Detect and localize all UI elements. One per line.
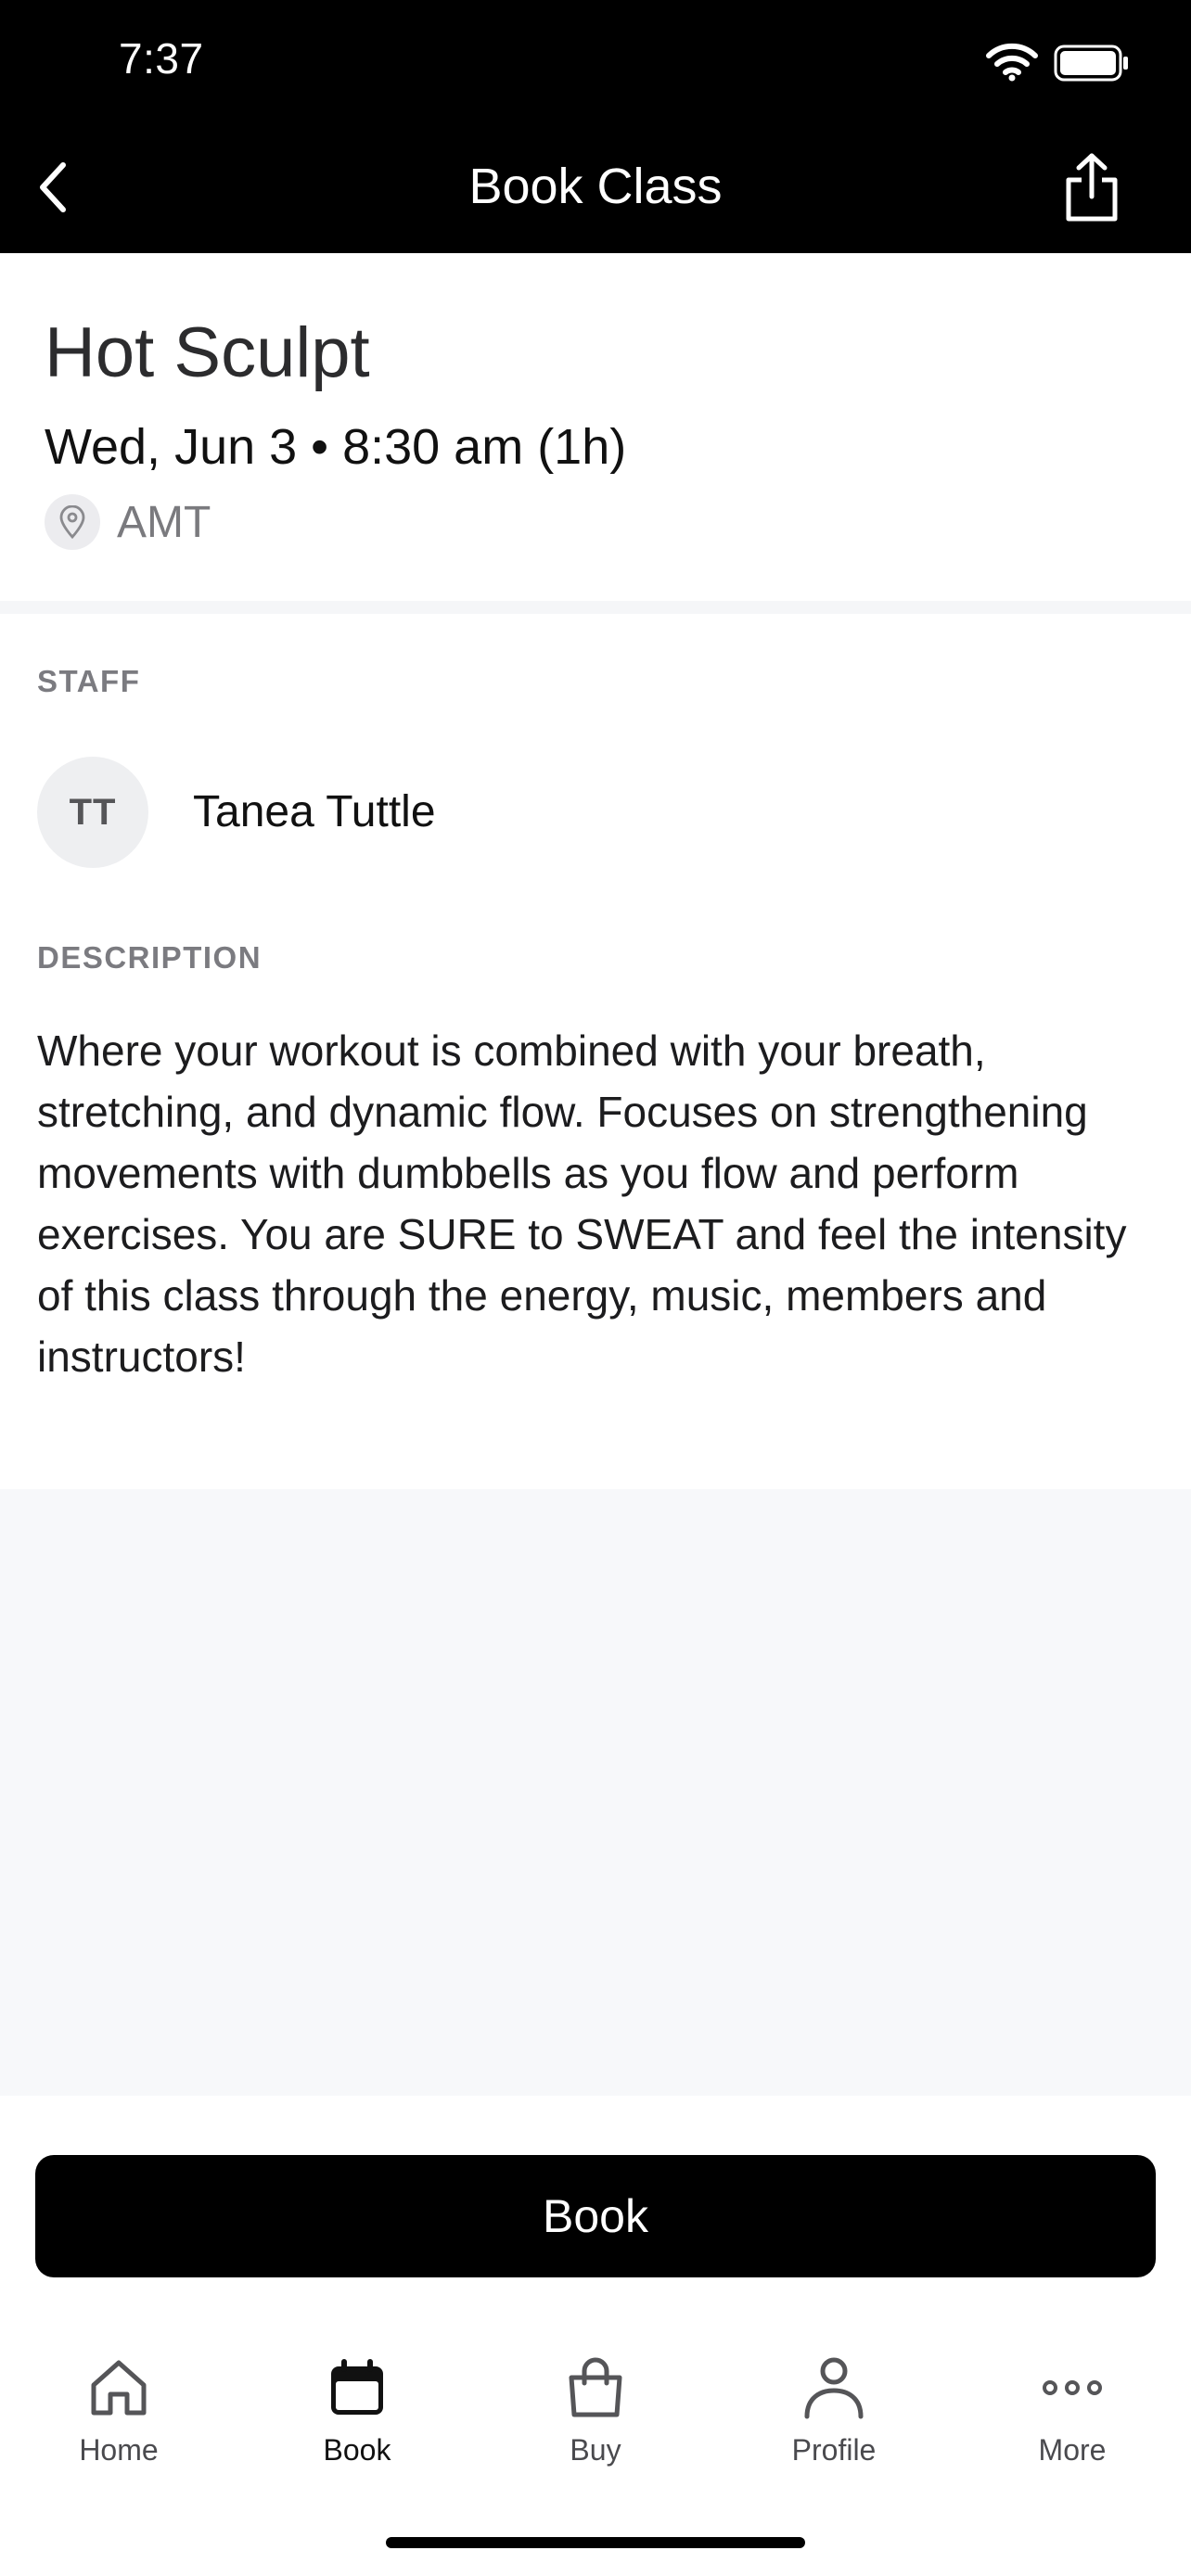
- tab-more-label: More: [1038, 2433, 1107, 2467]
- status-time: 7:37: [119, 34, 204, 83]
- staff-name[interactable]: Tanea Tuttle: [193, 786, 436, 837]
- class-location: AMT: [45, 494, 211, 550]
- wifi-icon: [986, 43, 1038, 82]
- tab-home[interactable]: Home: [0, 2346, 237, 2485]
- description-section-label: DESCRIPTION: [37, 940, 263, 975]
- more-icon: [1043, 2380, 1102, 2395]
- calendar-icon: [331, 2359, 383, 2415]
- shopping-bag-icon: [569, 2357, 622, 2417]
- location-pin-icon: [45, 494, 100, 550]
- staff-avatar: TT: [37, 757, 148, 868]
- class-datetime: Wed, Jun 3 • 8:30 am (1h): [45, 419, 627, 475]
- location-name: AMT: [117, 497, 211, 547]
- staff-section-label: STAFF: [37, 664, 141, 698]
- section-divider: [0, 601, 1191, 614]
- header-bar: 7:37 Book Class: [0, 0, 1191, 253]
- share-icon[interactable]: [1061, 152, 1122, 223]
- tab-book[interactable]: Book: [238, 2346, 476, 2485]
- tab-book-label: Book: [323, 2433, 391, 2467]
- person-icon: [804, 2357, 864, 2419]
- class-name: Hot Sculpt: [45, 313, 370, 392]
- home-icon: [91, 2360, 147, 2416]
- page-title: Book Class: [468, 159, 723, 214]
- empty-content-area: [0, 1489, 1191, 2096]
- bottom-tab-bar: Home Book Buy Profile More: [0, 2346, 1191, 2494]
- class-summary: Hot Sculpt Wed, Jun 3 • 8:30 am (1h) AMT: [0, 253, 1191, 606]
- home-indicator[interactable]: [386, 2537, 805, 2548]
- tab-profile[interactable]: Profile: [715, 2346, 953, 2485]
- tab-buy-label: Buy: [570, 2433, 621, 2467]
- tab-profile-label: Profile: [791, 2433, 877, 2467]
- tab-more[interactable]: More: [954, 2346, 1191, 2485]
- tab-buy[interactable]: Buy: [477, 2346, 714, 2485]
- tab-home-label: Home: [79, 2433, 159, 2467]
- book-button[interactable]: Book: [35, 2155, 1156, 2277]
- class-description: Where your workout is combined with your…: [37, 1027, 1127, 1381]
- battery-icon: [1054, 45, 1128, 82]
- book-class-screen: 7:37 Book Class Hot Sculpt Wed, Jun 3 • …: [0, 0, 1191, 2576]
